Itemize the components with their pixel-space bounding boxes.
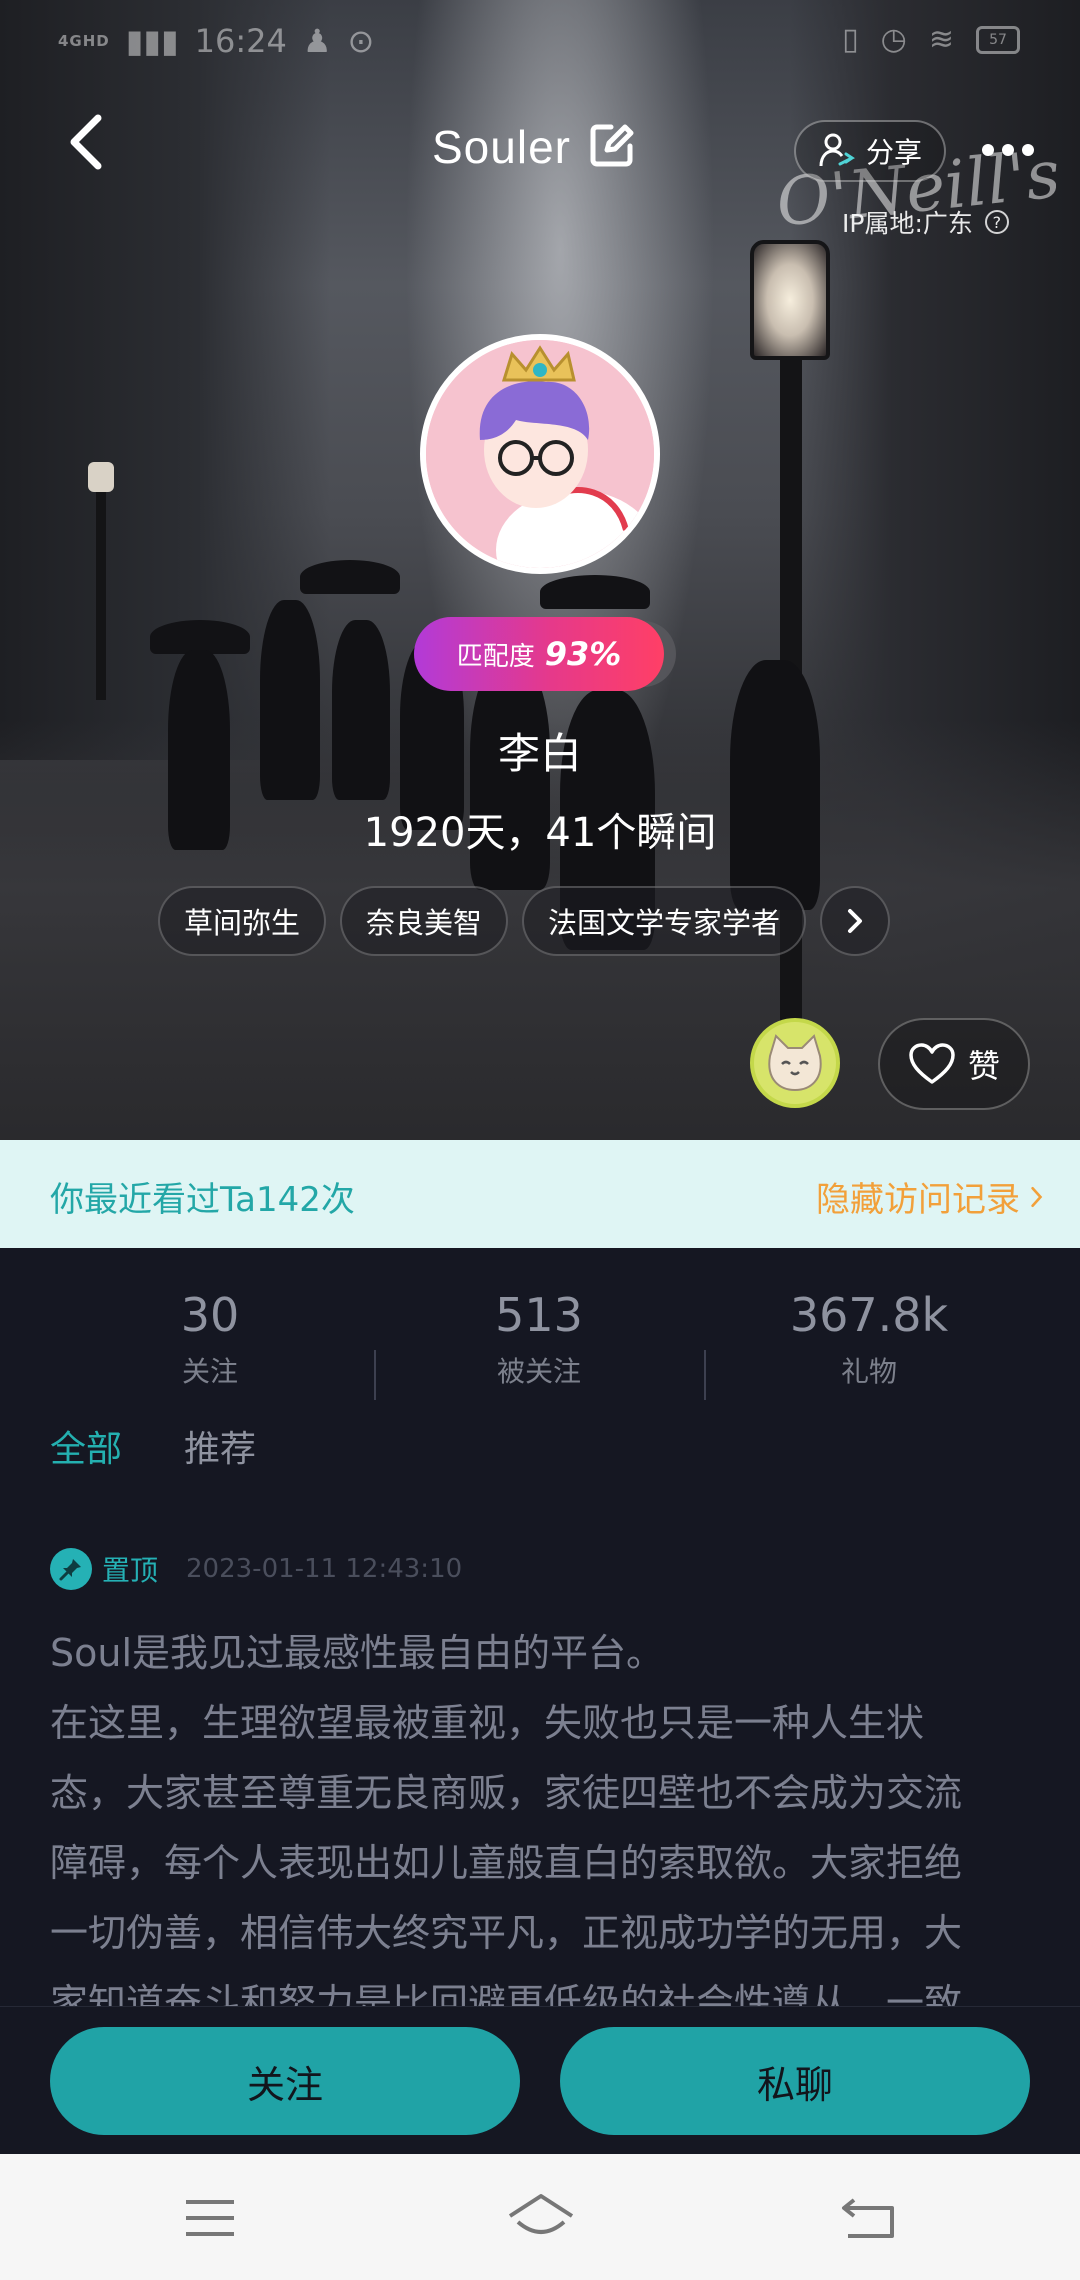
share-button[interactable]: 分享 xyxy=(794,120,946,182)
interest-tag[interactable]: 法国文学专家学者 xyxy=(522,886,807,956)
more-dot xyxy=(1002,144,1014,156)
background-umbrella xyxy=(540,575,650,609)
post-date: 2023-01-11 12:43:10 xyxy=(186,1554,463,1584)
bottom-action-bar: 关注 私聊 xyxy=(0,2006,1080,2154)
help-question-icon[interactable]: ? xyxy=(984,210,1009,234)
ip-location-text: IP属地:广东 xyxy=(842,209,973,238)
stat-label: 关注 xyxy=(181,1355,238,1388)
more-dot xyxy=(1022,144,1034,156)
system-navigation-bar xyxy=(0,2154,1080,2280)
network-indicator: 4GHD xyxy=(58,31,110,50)
post-line: Soul是我见过最感性最自由的平台。 xyxy=(50,1631,665,1675)
battery-level: 57 xyxy=(989,31,1007,48)
profile-content: 30 关注 513 被关注 367.8k 礼物 全部 推荐 置顶 2023-01… xyxy=(0,1248,1080,2025)
stat-gifts[interactable]: 367.8k 礼物 xyxy=(704,1288,1034,1390)
user-avatar[interactable] xyxy=(420,334,660,574)
stat-value: 367.8k xyxy=(789,1288,949,1342)
edit-title-button[interactable] xyxy=(589,122,635,172)
signal-icon: ▮▮▮ xyxy=(125,22,179,60)
vibrate-icon: ▯ xyxy=(842,22,859,57)
battery-icon: 57 xyxy=(976,25,1020,54)
user-days-moments: 1920天，41个瞬间 xyxy=(363,810,717,856)
stat-value: 30 xyxy=(180,1288,240,1342)
home-icon xyxy=(508,2194,574,2234)
wifi-icon: ≋ xyxy=(928,22,954,57)
cat-face-icon xyxy=(768,1034,822,1092)
post-line: 一切伪善，相信伟大终究平凡，正视成功学的无用，大 xyxy=(50,1911,963,1955)
visit-count-text: 你最近看过Ta142次 xyxy=(50,1180,355,1220)
chevron-right-icon xyxy=(1031,1186,1043,1207)
edit-icon xyxy=(590,124,634,167)
return-icon xyxy=(842,2198,894,2238)
pin-glyph xyxy=(59,1559,81,1581)
alarm-icon: ◷ xyxy=(880,22,907,57)
hide-visit-record-link[interactable]: 隐藏访问记录 xyxy=(816,1172,1044,1221)
visit-record-banner: 你最近看过Ta142次 隐藏访问记录 xyxy=(0,1140,1080,1248)
feed-tabs: 全部 推荐 xyxy=(50,1420,256,1472)
like-label: 赞 xyxy=(967,1047,1000,1085)
weibo-icon: ⊙ xyxy=(347,22,375,60)
background-lamp-left xyxy=(88,462,114,492)
post-meta: 置顶 2023-01-11 12:43:10 xyxy=(50,1548,462,1590)
menu-icon xyxy=(186,2200,234,2236)
interest-tag[interactable]: 奈良美智 xyxy=(340,886,509,956)
background-lamp xyxy=(750,240,830,360)
interest-tags: 草间弥生 奈良美智 法国文学专家学者 xyxy=(158,886,891,956)
background-lamp-post-left xyxy=(96,470,106,700)
post-text[interactable]: Soul是我见过最感性最自由的平台。 在这里，生理欲望最被重视，失败也只是一种人… xyxy=(50,1618,1040,2038)
menu-nav-button[interactable] xyxy=(180,2190,240,2246)
pinned-label: 置顶 xyxy=(102,1554,159,1587)
more-dot xyxy=(982,144,994,156)
page-title: Souler xyxy=(432,121,571,173)
post-line: 障碍，每个人表现出如儿童般直白的索取欲。大家拒绝 xyxy=(50,1841,963,1885)
profile-hero: O'Neill's 4GHD ▮▮▮ 16:24 ♟ ⊙ ▯ ◷ ≋ 57 So… xyxy=(0,0,1080,1140)
like-button[interactable]: 赞 xyxy=(878,1018,1030,1110)
home-nav-button[interactable] xyxy=(506,2190,576,2246)
hide-visit-record-label: 隐藏访问记录 xyxy=(816,1180,1020,1220)
status-time: 16:24 xyxy=(194,22,287,60)
tab-all[interactable]: 全部 xyxy=(50,1420,122,1472)
ip-location: IP属地:广东 ? xyxy=(842,204,1009,240)
interest-tag[interactable]: 草间弥生 xyxy=(158,886,327,956)
user-name: 李白 xyxy=(497,729,582,778)
back-arrow-icon xyxy=(70,114,102,170)
stat-label: 被关注 xyxy=(496,1355,581,1388)
post-line: 态，大家甚至尊重无良商贩，家徒四壁也不会成为交流 xyxy=(50,1771,963,1815)
background-figure xyxy=(730,660,820,910)
back-nav-button[interactable] xyxy=(840,2190,900,2246)
match-badge: 匹配度 93% xyxy=(414,617,664,691)
stat-label: 礼物 xyxy=(840,1355,897,1388)
stat-following[interactable]: 30 关注 xyxy=(45,1288,375,1390)
stats-row: 30 关注 513 被关注 367.8k 礼物 xyxy=(0,1288,1080,1418)
tab-recommended[interactable]: 推荐 xyxy=(184,1420,256,1472)
background-umbrella xyxy=(300,560,400,594)
stat-followers[interactable]: 513 被关注 xyxy=(374,1288,704,1390)
status-bar: 4GHD ▮▮▮ 16:24 ♟ ⊙ ▯ ◷ ≋ 57 xyxy=(0,0,1080,84)
more-options-button[interactable] xyxy=(982,138,1038,162)
avatar-illustration xyxy=(426,340,654,568)
private-chat-button[interactable]: 私聊 xyxy=(560,2027,1030,2135)
match-value: 93% xyxy=(544,635,622,673)
title-area: Souler xyxy=(432,120,635,174)
share-user-icon xyxy=(819,133,855,167)
pin-icon xyxy=(50,1548,92,1590)
tags-more-button[interactable] xyxy=(820,886,891,956)
heart-icon xyxy=(909,1043,955,1084)
visitor-cat-avatar[interactable] xyxy=(750,1018,840,1108)
chevron-right-icon xyxy=(848,909,863,933)
match-label: 匹配度 xyxy=(456,641,535,672)
notification-bell-icon: ♟ xyxy=(302,22,332,60)
follow-button[interactable]: 关注 xyxy=(50,2027,520,2135)
post-line: 在这里，生理欲望最被重视，失败也只是一种人生状 xyxy=(50,1701,925,1745)
background-umbrella xyxy=(150,620,250,654)
stat-value: 513 xyxy=(495,1288,583,1342)
share-label: 分享 xyxy=(865,136,922,169)
back-button[interactable] xyxy=(60,110,116,174)
